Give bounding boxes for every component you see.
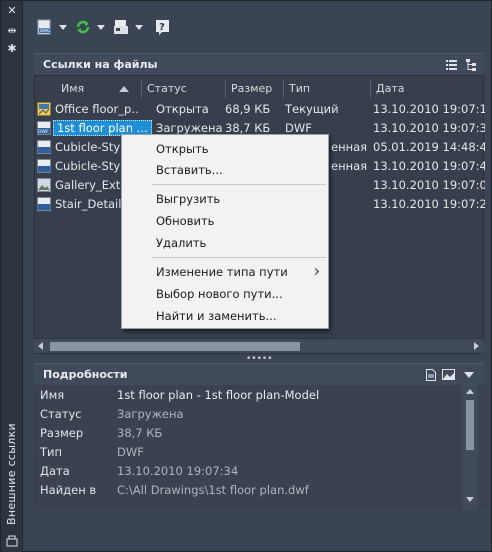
file-references-header: Ссылки на файлы bbox=[34, 53, 484, 75]
grip-icon: ••••• bbox=[246, 354, 273, 364]
horizontal-scrollbar[interactable] bbox=[34, 338, 484, 353]
close-icon[interactable]: ✕ bbox=[6, 5, 18, 17]
column-header-type[interactable]: Тип bbox=[283, 79, 370, 99]
scroll-right-icon[interactable] bbox=[474, 342, 479, 350]
refresh-icon bbox=[74, 18, 92, 36]
list-view-icon[interactable] bbox=[446, 59, 457, 73]
column-header-date[interactable]: Дата bbox=[370, 79, 480, 99]
chevron-right-icon bbox=[311, 267, 320, 276]
xref-palette-icon bbox=[6, 535, 18, 547]
detail-row-status: Статус Загружена bbox=[40, 407, 184, 421]
menu-item-change-path-type[interactable]: Изменение типа пути bbox=[122, 262, 328, 282]
menu-item-unload[interactable]: Выгрузить bbox=[122, 189, 328, 209]
tree-view-icon[interactable] bbox=[466, 59, 477, 74]
external-references-palette: ✕ ⇹ ✱ Внешние ссылки DWG ? Ссылки на фай… bbox=[0, 0, 492, 552]
column-header-name[interactable]: Имя bbox=[55, 79, 141, 99]
change-path-button[interactable] bbox=[112, 17, 143, 37]
scroll-left-icon[interactable] bbox=[38, 342, 43, 350]
detail-row-found-in: Найден в C:\All Drawings\1st floor plan.d… bbox=[40, 483, 309, 497]
help-icon: ? bbox=[154, 18, 172, 36]
table-row[interactable]: Office floor_p... Открыта 68,9 КБ Текущи… bbox=[35, 100, 485, 119]
palette-title: Внешние ссылки bbox=[5, 423, 18, 525]
auto-hide-icon[interactable]: ⇹ bbox=[6, 25, 18, 37]
scrollbar-thumb[interactable] bbox=[50, 342, 300, 351]
menu-item-detach[interactable]: Удалить bbox=[122, 233, 328, 253]
details-view-icon[interactable] bbox=[426, 369, 436, 384]
svg-text:?: ? bbox=[159, 22, 165, 33]
palette-title-bar[interactable]: ✕ ⇹ ✱ Внешние ссылки bbox=[1, 1, 23, 552]
sort-ascending-icon bbox=[119, 86, 129, 92]
preview-icon[interactable] bbox=[442, 369, 455, 383]
scroll-down-icon[interactable] bbox=[466, 497, 474, 502]
details-title: Подробности bbox=[43, 368, 128, 381]
menu-item-select-new-path[interactable]: Выбор нового пути... bbox=[122, 284, 328, 304]
svg-text:DWG: DWG bbox=[40, 28, 50, 33]
column-header-status[interactable]: Статус bbox=[141, 79, 225, 99]
scroll-up-icon[interactable] bbox=[466, 389, 474, 394]
menu-item-insert[interactable]: Вставить... bbox=[122, 160, 328, 180]
context-menu: Открыть Вставить... Выгрузить Обновить У… bbox=[121, 134, 329, 329]
menu-item-reload[interactable]: Обновить bbox=[122, 211, 328, 231]
dwf-file-icon bbox=[37, 197, 51, 217]
panel-splitter[interactable]: ••••• bbox=[34, 354, 484, 364]
detail-row-name: Имя 1st floor plan - 1st floor plan-Model bbox=[40, 388, 320, 402]
help-button[interactable]: ? bbox=[154, 17, 172, 37]
menu-item-open[interactable]: Открыть bbox=[122, 139, 328, 159]
details-header: Подробности bbox=[34, 363, 484, 385]
toolbar: DWG ? bbox=[34, 15, 484, 41]
file-references-title: Ссылки на файлы bbox=[43, 58, 158, 71]
vertical-scrollbar[interactable] bbox=[462, 385, 478, 509]
detail-row-type: Тип DWF bbox=[40, 445, 144, 459]
properties-icon[interactable]: ✱ bbox=[6, 43, 18, 55]
chevron-down-icon[interactable] bbox=[464, 372, 474, 378]
scrollbar-thumb[interactable] bbox=[466, 400, 474, 450]
attach-button[interactable]: DWG bbox=[36, 17, 67, 37]
detail-row-date: Дата 13.10.2010 19:07:34 bbox=[40, 464, 239, 478]
menu-item-find-replace[interactable]: Найти и заменить... bbox=[122, 306, 328, 326]
detail-row-size: Размер 38,7 КБ bbox=[40, 426, 163, 440]
details-panel: Имя 1st floor plan - 1st floor plan-Model… bbox=[34, 385, 484, 509]
column-header-size[interactable]: Размер bbox=[225, 79, 283, 99]
change-path-icon bbox=[112, 18, 130, 36]
attach-dwg-icon: DWG bbox=[36, 18, 54, 36]
refresh-button[interactable] bbox=[74, 17, 105, 37]
svg-text:DWF: DWF bbox=[38, 129, 49, 135]
